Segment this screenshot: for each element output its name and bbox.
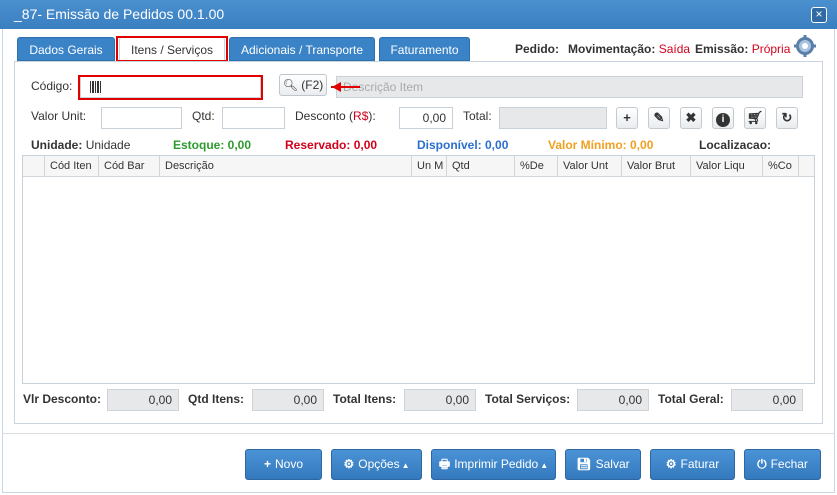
desconto-label-suffix: ): [368, 109, 376, 123]
desconto-currency: R$ [353, 109, 369, 123]
localizacao-info: Localizacao: [699, 138, 772, 152]
movimentacao-label: Movimentação: Saída [568, 42, 690, 56]
highlight-tab-box [116, 36, 228, 62]
valor-unit-input[interactable] [101, 107, 182, 129]
unidade-info: Unidade: Unidade [31, 138, 130, 152]
grid-col-desc-pct[interactable]: %De [515, 156, 558, 176]
unidade-value: Unidade [85, 138, 131, 152]
arrow-head-icon [332, 82, 341, 92]
movimentacao-label-text: Movimentação: [568, 42, 656, 56]
grid-col-valor-unt[interactable]: Valor Unt [558, 156, 622, 176]
pedido-label: Pedido: [515, 42, 559, 56]
window-title: _87- Emissão de Pedidos 00.1.00 [14, 6, 225, 22]
faturar-button-label: Faturar [680, 457, 720, 471]
search-button[interactable]: 🔍︎ (F2) [279, 74, 327, 96]
emissao-label-text: Emissão: [695, 42, 749, 56]
total-itens-value: 0,00 [404, 389, 476, 411]
tab-adicionais-transporte[interactable]: Adicionais / Transporte [229, 37, 375, 61]
movimentacao-value: Saída [658, 42, 691, 56]
highlight-codigo-box [78, 75, 263, 100]
tab-faturamento[interactable]: Faturamento [379, 37, 470, 61]
items-grid[interactable]: Cód Iten Cód Bar Descrição Un M Qtd %De … [22, 155, 815, 384]
grid-col-valor-bruto[interactable]: Valor Brut [622, 156, 691, 176]
descricao-item-input[interactable]: Descrição Item [336, 76, 803, 98]
reservado-info: Reservado: 0,00 [285, 138, 378, 152]
total-geral-label: Total Geral: [658, 392, 724, 406]
desconto-input[interactable]: 0,00 [399, 107, 453, 129]
grid-col-descricao[interactable]: Descrição [160, 156, 412, 176]
qtd-label: Qtd: [192, 109, 215, 123]
footer-separator [2, 433, 835, 434]
unidade-label: Unidade: [31, 138, 83, 152]
salvar-button[interactable]: 💾︎ Salvar [565, 449, 641, 480]
valor-minimo-info: Valor Mínimo: 0,00 [548, 138, 654, 152]
qtd-itens-label: Qtd Itens: [188, 392, 244, 406]
novo-button-label: Novo [275, 457, 304, 471]
info-icon[interactable]: i [712, 107, 734, 129]
total-label: Total: [463, 109, 492, 123]
estoque-info: Estoque: 0,00 [173, 138, 252, 152]
grid-col-selector[interactable] [23, 156, 45, 176]
imprimir-button-label: Imprimir Pedido [454, 457, 539, 471]
opcoes-button[interactable]: ⚙ Opções ▲ [331, 449, 422, 480]
faturar-button[interactable]: ⚙ Faturar [650, 449, 735, 480]
total-servicos-label: Total Serviços: [485, 392, 571, 406]
delete-icon[interactable]: ✖ [680, 107, 702, 129]
grid-col-qtd[interactable]: Qtd [447, 156, 515, 176]
close-icon[interactable]: × [811, 7, 827, 23]
save-icon: 💾︎ [576, 457, 592, 471]
codigo-label: Código: [31, 79, 73, 93]
print-icon: 🖶︎ [438, 457, 451, 471]
emissao-label: Emissão: Própria [695, 42, 790, 56]
disponivel-info: Disponível: 0,00 [417, 138, 509, 152]
vlr-desconto-label: Vlr Desconto: [23, 392, 102, 406]
gear-small-icon: ⚙ [665, 457, 677, 471]
grid-col-un-medida[interactable]: Un M [412, 156, 447, 176]
grid-header: Cód Iten Cód Bar Descrição Un M Qtd %De … [23, 156, 814, 177]
grid-col-com-pct[interactable]: %Co [763, 156, 799, 176]
window-titlebar: _87- Emissão de Pedidos 00.1.00 × [0, 0, 837, 29]
desconto-label-text: Desconto ( [295, 109, 354, 123]
total-itens-label: Total Itens: [333, 392, 397, 406]
caret-up-icon: ▲ [401, 461, 410, 470]
qtd-input[interactable] [222, 107, 285, 129]
cart-icon[interactable]: 🛒︎ [744, 107, 766, 129]
gear-icon[interactable] [794, 35, 816, 57]
imprimir-pedido-button[interactable]: 🖶︎ Imprimir Pedido ▲ [431, 449, 556, 480]
novo-button[interactable]: + Novo [245, 449, 322, 480]
add-icon[interactable]: + [616, 107, 638, 129]
gear-small-icon: ⚙ [343, 457, 355, 471]
search-icon: 🔍︎ [282, 78, 298, 92]
opcoes-button-label: Opções [358, 457, 400, 471]
edit-icon[interactable]: ✎ [648, 107, 670, 129]
caret-up-icon: ▲ [540, 461, 549, 470]
desconto-label: Desconto (R$): [295, 109, 376, 123]
grid-col-valor-liquido[interactable]: Valor Liqu [691, 156, 763, 176]
total-geral-value: 0,00 [731, 389, 803, 411]
plus-icon: + [263, 457, 271, 471]
valor-unit-label: Valor Unit: [31, 109, 87, 123]
grid-col-cod-item[interactable]: Cód Iten [45, 156, 99, 176]
fechar-button-label: Fechar [770, 457, 808, 471]
search-button-label: (F2) [301, 78, 324, 92]
vlr-desconto-value: 0,00 [107, 389, 179, 411]
qtd-itens-value: 0,00 [252, 389, 324, 411]
power-icon: ⏻ [757, 457, 767, 471]
total-input [499, 107, 607, 129]
tab-dados-gerais[interactable]: Dados Gerais [17, 37, 115, 61]
total-servicos-value: 0,00 [577, 389, 649, 411]
fechar-button[interactable]: ⏻ Fechar [744, 449, 821, 480]
emissao-value: Própria [751, 42, 791, 56]
salvar-button-label: Salvar [595, 457, 630, 471]
grid-col-cod-bar[interactable]: Cód Bar [99, 156, 160, 176]
refresh-icon[interactable]: ↻ [776, 107, 798, 129]
